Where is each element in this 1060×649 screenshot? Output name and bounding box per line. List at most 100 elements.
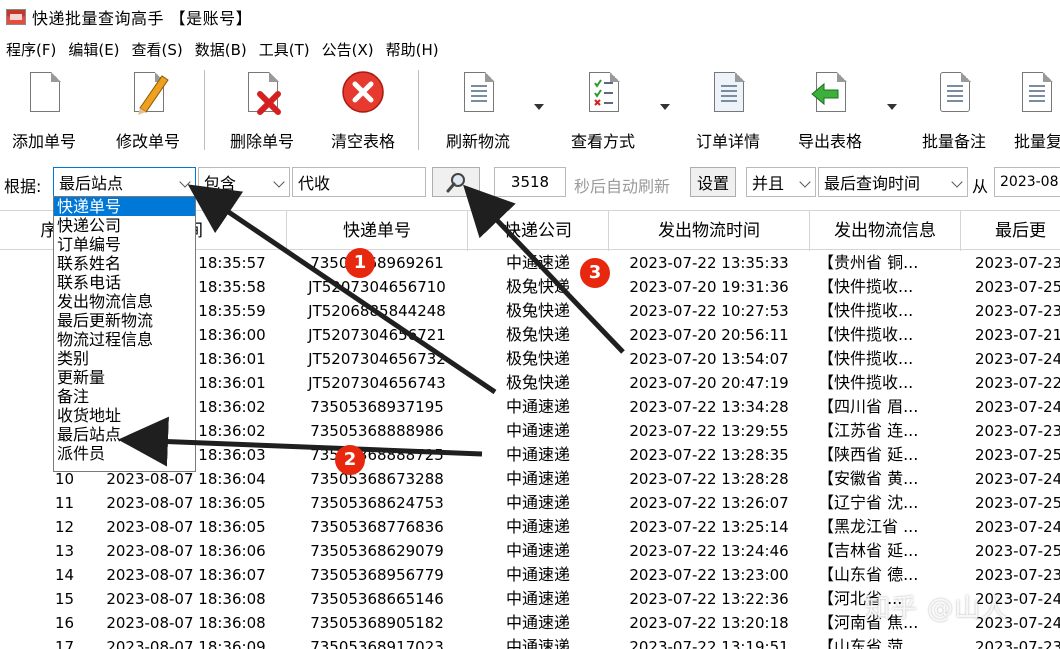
export-table-label: 导出表格 bbox=[797, 132, 862, 151]
dropdown-option[interactable]: 更新量 bbox=[54, 368, 195, 387]
search-button[interactable] bbox=[432, 167, 480, 197]
table-row[interactable]: 17 2023-08-07 18:36:09 73505368917023 中通速递 2… bbox=[0, 635, 1060, 649]
refresh-logistics-button[interactable]: 刷新物流 bbox=[438, 68, 518, 152]
dropdown-option[interactable]: 最后站点 bbox=[54, 425, 195, 444]
menu-notice[interactable]: 公告(X) bbox=[322, 39, 374, 60]
cell-ship-time: 2023-07-22 13:28:35 bbox=[629, 446, 789, 464]
cell-tracking-number: 73505368888986 bbox=[310, 422, 444, 440]
edit-order-button[interactable]: 修改单号 bbox=[110, 68, 186, 152]
delete-order-button[interactable]: 删除单号 bbox=[222, 68, 302, 152]
dropdown-option[interactable]: 物流过程信息 bbox=[54, 330, 195, 349]
cell-last-update: 2023-07-23 bbox=[975, 254, 1060, 272]
dropdown-option[interactable]: 收货地址 bbox=[54, 406, 195, 425]
cell-ship-info: 【快件揽收... bbox=[818, 301, 914, 320]
view-mode-label: 查看方式 bbox=[570, 132, 635, 151]
cell-tracking-number: JT5207304656721 bbox=[308, 326, 446, 344]
menu-tools[interactable]: 工具(T) bbox=[259, 39, 310, 60]
edit-order-label: 修改单号 bbox=[115, 132, 180, 151]
menu-program[interactable]: 程序(F) bbox=[6, 39, 56, 60]
cell-tracking-number: 73505368917023 bbox=[310, 638, 444, 649]
export-arrow-icon bbox=[808, 68, 852, 118]
cell-courier: 极兔快递 bbox=[505, 301, 570, 320]
dropdown-option[interactable]: 派件员 bbox=[54, 444, 195, 463]
pencil-icon bbox=[126, 68, 170, 118]
cell-ship-info: 【山东省 菏... bbox=[818, 637, 919, 649]
dropdown-option[interactable]: 发出物流信息 bbox=[54, 292, 195, 311]
operator-select[interactable]: 包含 bbox=[198, 167, 290, 197]
cell-tracking-number: JT5207304656710 bbox=[308, 278, 446, 296]
time-field-select[interactable]: 最后查询时间 bbox=[818, 167, 968, 197]
cell-ship-info: 【快件揽收... bbox=[818, 325, 914, 344]
refresh-logistics-label: 刷新物流 bbox=[445, 132, 510, 151]
cell-time: 2023-08-07 18:36:07 bbox=[106, 566, 266, 584]
auto-refresh-text: 秒后自动刷新 bbox=[574, 177, 671, 196]
export-table-button[interactable]: 导出表格 bbox=[790, 68, 870, 152]
cell-ship-info: 【四川省 眉... bbox=[818, 397, 919, 416]
annotation-badge-1: 1 bbox=[345, 248, 375, 278]
table-row[interactable]: 11 2023-08-07 18:36:05 73505368624753 中通速递 2… bbox=[0, 491, 1060, 515]
batch-note-button[interactable]: 批量备注 bbox=[914, 68, 994, 152]
cell-last-update: 2023-07-24 bbox=[975, 398, 1060, 416]
menu-help[interactable]: 帮助(H) bbox=[386, 39, 439, 60]
refresh-seconds-input[interactable]: 3518 bbox=[494, 167, 566, 197]
settings-button[interactable]: 设置 bbox=[690, 167, 736, 197]
cell-courier: 中通速递 bbox=[505, 421, 570, 440]
dropdown-option[interactable]: 类别 bbox=[54, 349, 195, 368]
cell-last-update: 2023-07-25 bbox=[975, 278, 1060, 296]
keyword-input[interactable]: 代收 bbox=[292, 167, 426, 197]
field-select-value: 最后站点 bbox=[59, 174, 124, 193]
cell-index: 14 bbox=[54, 566, 75, 584]
cell-time: 2023-08-07 18:36:08 bbox=[106, 614, 266, 632]
col-header-ship-time[interactable]: 发出物流时间 bbox=[609, 211, 810, 251]
cell-last-update: 2023-07-23 bbox=[975, 566, 1060, 584]
cell-time: 2023-08-07 18:36:05 bbox=[106, 518, 266, 536]
cell-ship-time: 2023-07-22 10:27:53 bbox=[629, 302, 789, 320]
col-header-courier[interactable]: 快递公司 bbox=[468, 211, 609, 251]
cell-ship-info: 【山东省 德... bbox=[818, 565, 919, 584]
dropdown-option[interactable]: 订单编号 bbox=[54, 235, 195, 254]
col-header-ship-info[interactable]: 发出物流信息 bbox=[810, 211, 961, 251]
cell-ship-info: 【快件揽收... bbox=[818, 349, 914, 368]
logic-select[interactable]: 并且 bbox=[746, 167, 816, 197]
cell-ship-time: 2023-07-22 13:34:28 bbox=[629, 398, 789, 416]
cell-last-update: 2023-07-24 bbox=[975, 518, 1060, 536]
dropdown-option[interactable]: 快递单号 bbox=[54, 197, 195, 216]
cell-ship-time: 2023-07-22 13:25:14 bbox=[629, 518, 789, 536]
dropdown-option[interactable]: 最后更新物流 bbox=[54, 311, 195, 330]
menu-view[interactable]: 查看(S) bbox=[132, 39, 183, 60]
keyword-input-value: 代收 bbox=[298, 174, 331, 193]
dropdown-option[interactable]: 联系姓名 bbox=[54, 254, 195, 273]
batch-more-button[interactable]: 批量复 bbox=[1014, 68, 1060, 152]
view-mode-button[interactable]: 查看方式 bbox=[563, 68, 643, 152]
toolbar-separator bbox=[204, 70, 205, 150]
chevron-down-icon bbox=[799, 176, 811, 188]
cell-last-update: 2023-07-21 bbox=[975, 326, 1060, 344]
clear-table-button[interactable]: 清空表格 bbox=[323, 68, 403, 152]
export-dropdown-arrow-icon[interactable] bbox=[887, 104, 897, 110]
add-order-button[interactable]: 添加单号 bbox=[6, 68, 82, 152]
chevron-down-icon bbox=[951, 176, 963, 188]
field-select[interactable]: 最后站点 bbox=[53, 167, 196, 197]
cell-ship-time: 2023-07-20 19:31:36 bbox=[629, 278, 789, 296]
cell-last-update: 2023-07-25 bbox=[975, 542, 1060, 560]
col-header-last-update[interactable]: 最后更 bbox=[961, 211, 1060, 251]
menu-data[interactable]: 数据(B) bbox=[195, 39, 247, 60]
refresh-dropdown-arrow-icon[interactable] bbox=[534, 104, 544, 110]
table-row[interactable]: 12 2023-08-07 18:36:05 73505368776836 中通速递 2… bbox=[0, 515, 1060, 539]
dropdown-option[interactable]: 备注 bbox=[54, 387, 195, 406]
order-detail-button[interactable]: 订单详情 bbox=[688, 68, 768, 152]
cell-courier: 中通速递 bbox=[505, 637, 570, 649]
menu-edit[interactable]: 编辑(E) bbox=[68, 39, 119, 60]
cell-courier: 极兔快递 bbox=[505, 373, 570, 392]
view-mode-dropdown-arrow-icon[interactable] bbox=[660, 104, 670, 110]
table-row[interactable]: 13 2023-08-07 18:36:06 73505368629079 中通速递 2… bbox=[0, 539, 1060, 563]
dropdown-option[interactable]: 快递公司 bbox=[54, 216, 195, 235]
cell-courier: 中通速递 bbox=[505, 445, 570, 464]
table-row[interactable]: 14 2023-08-07 18:36:07 73505368956779 中通速递 2… bbox=[0, 563, 1060, 587]
from-date-input[interactable]: 2023-08 bbox=[994, 167, 1060, 197]
cell-tracking-number: JT5207304656732 bbox=[308, 350, 446, 368]
cell-courier: 中通速递 bbox=[505, 589, 570, 608]
dropdown-option[interactable]: 联系电话 bbox=[54, 273, 195, 292]
watermark: 知乎 @山人 bbox=[864, 594, 1009, 624]
col-header-tracking-number[interactable]: 快递单号 bbox=[287, 211, 468, 251]
